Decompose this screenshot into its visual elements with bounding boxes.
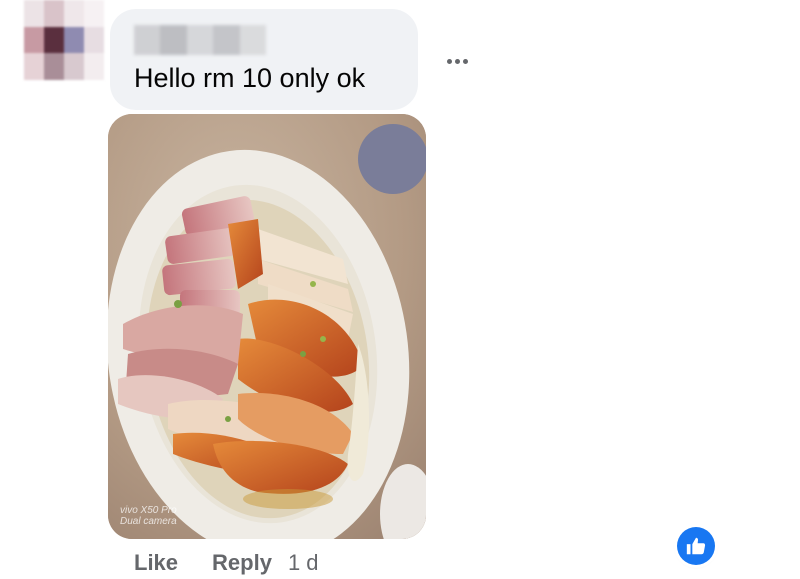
avatar[interactable] bbox=[24, 0, 104, 80]
comment-photo[interactable]: vivo X50 Pro Dual camera bbox=[108, 114, 426, 539]
thumbs-up-icon bbox=[686, 537, 706, 555]
commenter-name-blurred[interactable] bbox=[134, 25, 267, 55]
photo-watermark: vivo X50 Pro Dual camera bbox=[120, 505, 177, 527]
reply-button[interactable]: Reply bbox=[212, 550, 272, 576]
comment-actions: Like Reply 1 d bbox=[134, 550, 319, 576]
watermark-line-1: vivo X50 Pro bbox=[120, 505, 177, 516]
more-options-button[interactable] bbox=[440, 46, 474, 76]
more-options-dot bbox=[462, 58, 468, 64]
more-options-dot bbox=[454, 58, 460, 64]
comment-timestamp[interactable]: 1 d bbox=[288, 550, 319, 576]
comment-text: Hello rm 10 only ok bbox=[134, 63, 366, 93]
like-reaction-badge[interactable] bbox=[677, 527, 715, 565]
roast-meat-plate-image bbox=[108, 114, 426, 539]
more-options-icon bbox=[446, 58, 452, 64]
like-button[interactable]: Like bbox=[134, 550, 178, 576]
comment-bubble: Hello rm 10 only ok bbox=[110, 9, 418, 110]
watermark-line-2: Dual camera bbox=[120, 516, 177, 527]
